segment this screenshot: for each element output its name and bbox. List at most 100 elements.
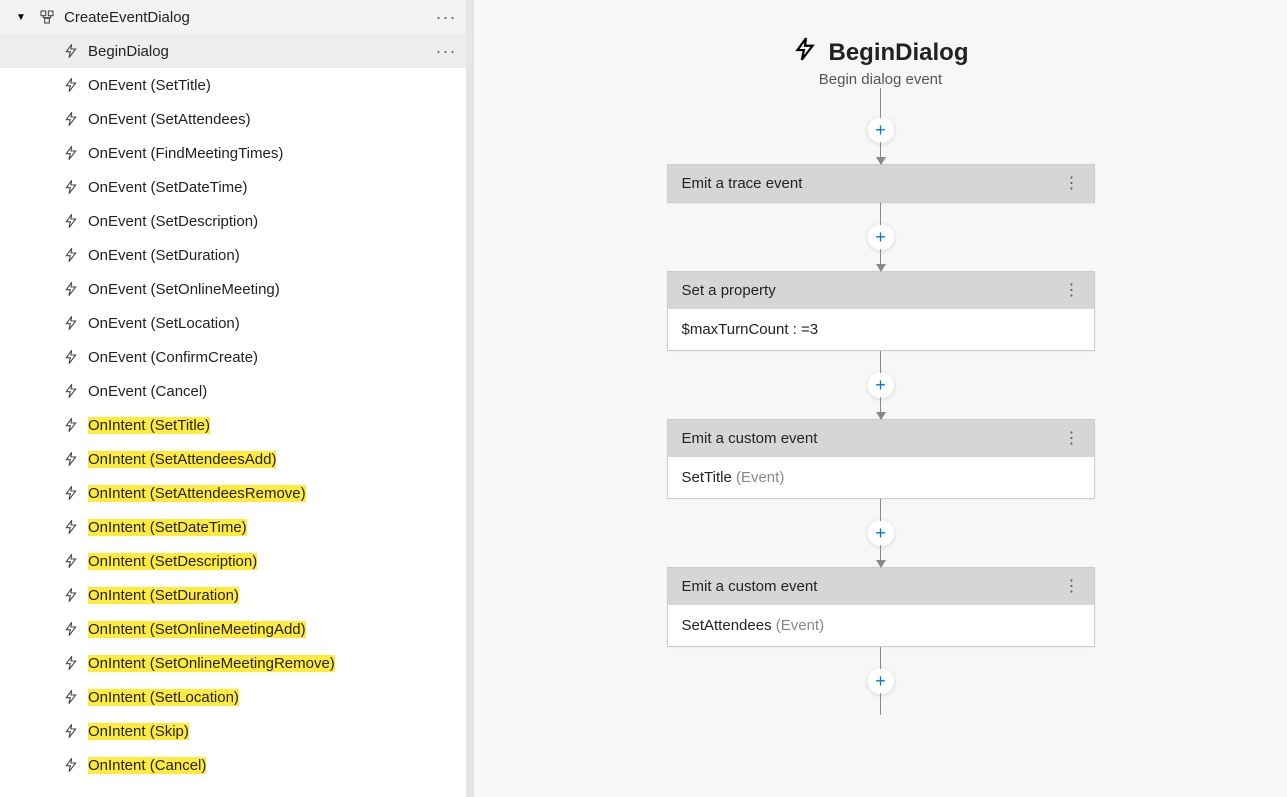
lightning-icon (792, 36, 818, 69)
lightning-icon (62, 246, 80, 264)
lightning-icon (62, 212, 80, 230)
tree-item-label: OnIntent (SetAttendeesAdd) (88, 451, 434, 468)
tree-item[interactable]: OnIntent (SetAttendeesRemove)··· (0, 476, 466, 510)
tree-item[interactable]: OnIntent (SetDateTime)··· (0, 510, 466, 544)
tree-item-label: OnIntent (Skip) (88, 723, 434, 740)
flow-title: BeginDialog (828, 39, 968, 67)
tree-item[interactable]: OnEvent (SetTitle)··· (0, 68, 466, 102)
flow-node-title: Emit a custom event (682, 578, 818, 595)
lightning-icon (62, 450, 80, 468)
flow-connector (880, 647, 881, 669)
tree-item[interactable]: OnEvent (FindMeetingTimes)··· (0, 136, 466, 170)
tree-item[interactable]: OnIntent (SetDuration)··· (0, 578, 466, 612)
flow-connector (880, 249, 881, 271)
flow-connector (880, 499, 881, 521)
lightning-icon (62, 76, 80, 94)
node-menu-button[interactable]: ⋮ (1064, 437, 1080, 441)
tree-item[interactable]: OnEvent (SetOnlineMeeting)··· (0, 272, 466, 306)
tree-panel: ▼ CreateEventDialog ··· BeginDialog···On… (0, 0, 466, 797)
tree-item[interactable]: BeginDialog··· (0, 34, 466, 68)
tree-item-label: OnIntent (SetOnlineMeetingAdd) (88, 621, 434, 638)
lightning-icon (62, 280, 80, 298)
flow-node-title: Emit a trace event (682, 175, 803, 192)
tree-root-row[interactable]: ▼ CreateEventDialog ··· (0, 0, 466, 34)
flow-node[interactable]: Emit a custom event ⋮ SetAttendees (Event) (667, 567, 1095, 647)
flow-node-body-muted: (Event) (736, 469, 784, 486)
tree-root-label: CreateEventDialog (64, 9, 434, 26)
tree-item-label: OnEvent (ConfirmCreate) (88, 349, 434, 366)
add-step-button[interactable]: + (867, 116, 895, 144)
add-step-button[interactable]: + (867, 667, 895, 695)
tree-item[interactable]: OnEvent (SetLocation)··· (0, 306, 466, 340)
tree-item[interactable]: OnEvent (SetAttendees)··· (0, 102, 466, 136)
flow-node-title: Set a property (682, 282, 776, 299)
tree-item[interactable]: OnIntent (Skip)··· (0, 714, 466, 748)
panel-splitter[interactable] (466, 0, 474, 797)
tree-item-label: OnIntent (SetTitle) (88, 417, 434, 434)
tree-item-label: OnEvent (SetOnlineMeeting) (88, 281, 434, 298)
lightning-icon (62, 144, 80, 162)
flow-node[interactable]: Emit a trace event ⋮ (667, 164, 1095, 203)
chevron-down-icon[interactable]: ▼ (16, 12, 32, 23)
tree-item-label: OnEvent (SetAttendees) (88, 111, 434, 128)
flow-canvas: BeginDialog Begin dialog event +Emit a t… (474, 0, 1287, 755)
flow-node-body: $maxTurnCount : =3 (668, 309, 1094, 350)
tree-item[interactable]: OnIntent (SetDescription)··· (0, 544, 466, 578)
lightning-icon (62, 586, 80, 604)
lightning-icon (62, 518, 80, 536)
flow-node-body-main: SetTitle (682, 469, 736, 486)
node-menu-button[interactable]: ⋮ (1064, 182, 1080, 186)
flow-connector (880, 351, 881, 373)
tree-item-label: OnEvent (FindMeetingTimes) (88, 145, 434, 162)
add-step-button[interactable]: + (867, 371, 895, 399)
flow-connector (880, 203, 881, 225)
lightning-icon (62, 688, 80, 706)
flow-node-header: Set a property ⋮ (668, 272, 1094, 309)
tree-item[interactable]: OnIntent (SetLocation)··· (0, 680, 466, 714)
tree-item[interactable]: OnIntent (SetOnlineMeetingRemove)··· (0, 646, 466, 680)
flow-connector (880, 397, 881, 419)
flow-node-body: SetTitle (Event) (668, 457, 1094, 498)
add-step-button[interactable]: + (867, 519, 895, 547)
more-button[interactable]: ··· (434, 5, 458, 29)
node-menu-button[interactable]: ⋮ (1064, 289, 1080, 293)
tree-item[interactable]: OnEvent (ConfirmCreate)··· (0, 340, 466, 374)
tree-item-label: OnEvent (SetDateTime) (88, 179, 434, 196)
tree-item-label: OnIntent (SetLocation) (88, 689, 434, 706)
lightning-icon (62, 42, 80, 60)
flow-node[interactable]: Set a property ⋮ $maxTurnCount : =3 (667, 271, 1095, 351)
tree-item-label: BeginDialog (88, 43, 434, 60)
flow-node[interactable]: Emit a custom event⋮SetTitle (Event) (667, 419, 1095, 499)
lightning-icon (62, 110, 80, 128)
tree-item[interactable]: OnIntent (SetTitle)··· (0, 408, 466, 442)
tree-item[interactable]: OnEvent (SetDescription)··· (0, 204, 466, 238)
tree-item[interactable]: OnEvent (SetDuration)··· (0, 238, 466, 272)
lightning-icon (62, 416, 80, 434)
more-button[interactable]: ··· (434, 39, 458, 63)
flow-node-header: Emit a custom event⋮ (668, 420, 1094, 457)
add-step-button[interactable]: + (867, 223, 895, 251)
node-menu-button[interactable]: ⋮ (1064, 585, 1080, 589)
tree-item[interactable]: OnEvent (SetDateTime)··· (0, 170, 466, 204)
tree-item-label: OnEvent (SetTitle) (88, 77, 434, 94)
lightning-icon (62, 722, 80, 740)
tree-item-label: OnIntent (SetDescription) (88, 553, 434, 570)
tree-item-label: OnIntent (Cancel) (88, 757, 434, 774)
tree-item[interactable]: OnEvent (Cancel)··· (0, 374, 466, 408)
dialog-icon (38, 8, 56, 26)
tree-item-label: OnIntent (SetAttendeesRemove) (88, 485, 434, 502)
flow-connector (880, 693, 881, 715)
flow-node-body: SetAttendees (Event) (668, 605, 1094, 646)
tree-item[interactable]: OnIntent (SetOnlineMeetingAdd)··· (0, 612, 466, 646)
flow-connector (880, 142, 881, 164)
flow-node-body-main: $maxTurnCount : =3 (682, 321, 819, 338)
lightning-icon (62, 654, 80, 672)
tree-item[interactable]: OnIntent (Cancel)··· (0, 748, 466, 782)
canvas-panel: BeginDialog Begin dialog event +Emit a t… (474, 0, 1287, 797)
tree-item-label: OnIntent (SetDateTime) (88, 519, 434, 536)
tree-item-label: OnIntent (SetDuration) (88, 587, 434, 604)
flow-node-header: Emit a custom event ⋮ (668, 568, 1094, 605)
tree-item[interactable]: OnIntent (SetAttendeesAdd)··· (0, 442, 466, 476)
lightning-icon (62, 620, 80, 638)
flow-connector (880, 545, 881, 567)
